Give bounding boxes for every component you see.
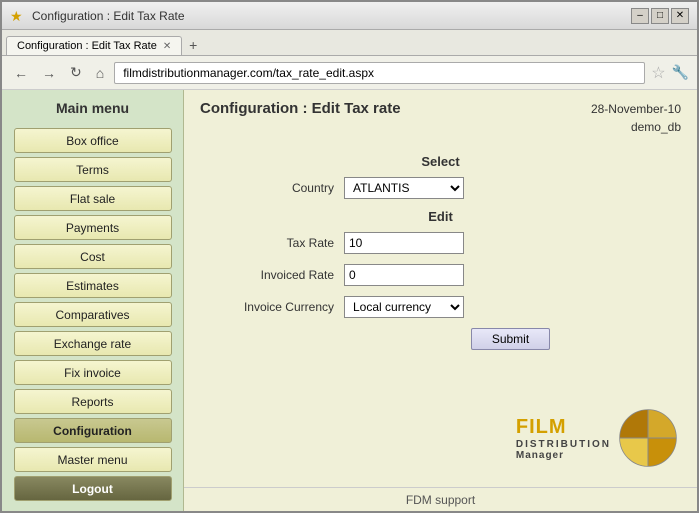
sidebar-item-box-office[interactable]: Box office bbox=[14, 128, 172, 153]
invoiced-rate-input[interactable] bbox=[344, 264, 464, 286]
sidebar-item-cost[interactable]: Cost bbox=[14, 244, 172, 269]
sidebar-title: Main menu bbox=[56, 100, 129, 116]
date-display: 28-November-10 bbox=[591, 102, 681, 116]
settings-icon[interactable]: 🔧 bbox=[672, 64, 689, 81]
window-controls: – □ ✕ bbox=[631, 8, 689, 24]
form-area: Select Country ATLANTIS USA UK FRANCE Ed… bbox=[184, 144, 697, 399]
footer-text: FDM support bbox=[406, 493, 475, 507]
sidebar-item-exchange-rate[interactable]: Exchange rate bbox=[14, 331, 172, 356]
invoiced-rate-label: Invoiced Rate bbox=[204, 268, 344, 282]
logo-distribution: DISTRIBUTION bbox=[516, 439, 611, 450]
sidebar-item-estimates[interactable]: Estimates bbox=[14, 273, 172, 298]
invoice-currency-label: Invoice Currency bbox=[204, 300, 344, 314]
content-meta: 28-November-10 demo_db bbox=[591, 100, 681, 136]
sidebar-item-payments[interactable]: Payments bbox=[14, 215, 172, 240]
tax-rate-row: Tax Rate bbox=[204, 232, 677, 254]
logo-circle-icon bbox=[619, 409, 677, 467]
country-row: Country ATLANTIS USA UK FRANCE bbox=[204, 177, 677, 199]
sidebar-item-fix-invoice[interactable]: Fix invoice bbox=[14, 360, 172, 385]
title-bar: ★ Configuration : Edit Tax Rate – □ ✕ bbox=[2, 2, 697, 30]
window-title: Configuration : Edit Tax Rate bbox=[32, 9, 631, 23]
address-input[interactable] bbox=[114, 62, 645, 84]
country-select[interactable]: ATLANTIS USA UK FRANCE bbox=[344, 177, 464, 199]
db-display: demo_db bbox=[631, 120, 681, 134]
tab-close-button[interactable]: ✕ bbox=[163, 41, 171, 52]
sidebar-item-reports[interactable]: Reports bbox=[14, 389, 172, 414]
app-body: Main menu Box office Terms Flat sale Pay… bbox=[2, 90, 697, 511]
logo-manager: Manager bbox=[516, 450, 611, 461]
select-section-label: Select bbox=[204, 154, 677, 169]
tab-bar: Configuration : Edit Tax Rate ✕ + bbox=[2, 30, 697, 56]
content-area: Configuration : Edit Tax rate 28-Novembe… bbox=[184, 90, 697, 511]
close-button[interactable]: ✕ bbox=[671, 8, 689, 24]
sidebar-item-logout[interactable]: Logout bbox=[14, 476, 172, 501]
tax-rate-input[interactable] bbox=[344, 232, 464, 254]
refresh-button[interactable]: ↻ bbox=[66, 62, 86, 83]
invoiced-rate-row: Invoiced Rate bbox=[204, 264, 677, 286]
logo-text-block: FILM DISTRIBUTION Manager bbox=[516, 416, 611, 461]
sidebar-item-comparatives[interactable]: Comparatives bbox=[14, 302, 172, 327]
bookmark-icon[interactable]: ☆ bbox=[651, 63, 665, 83]
invoice-currency-select[interactable]: Local currency USD EUR GBP bbox=[344, 296, 464, 318]
footer: FDM support bbox=[184, 487, 697, 511]
window-icon: ★ bbox=[10, 8, 26, 24]
sidebar-item-master-menu[interactable]: Master menu bbox=[14, 447, 172, 472]
edit-section-label: Edit bbox=[204, 209, 677, 224]
submit-row: Submit bbox=[344, 328, 677, 350]
invoice-currency-row: Invoice Currency Local currency USD EUR … bbox=[204, 296, 677, 318]
maximize-button[interactable]: □ bbox=[651, 8, 669, 24]
content-header: Configuration : Edit Tax rate 28-Novembe… bbox=[184, 90, 697, 144]
sidebar: Main menu Box office Terms Flat sale Pay… bbox=[2, 90, 184, 511]
address-bar: ← → ↻ ⌂ ☆ 🔧 bbox=[2, 56, 697, 90]
sidebar-item-terms[interactable]: Terms bbox=[14, 157, 172, 182]
new-tab-button[interactable]: + bbox=[182, 35, 204, 55]
forward-button[interactable]: → bbox=[38, 63, 60, 83]
logo-area: FILM DISTRIBUTION Manager bbox=[184, 399, 697, 487]
sidebar-item-flat-sale[interactable]: Flat sale bbox=[14, 186, 172, 211]
active-tab[interactable]: Configuration : Edit Tax Rate ✕ bbox=[6, 36, 182, 55]
page-title: Configuration : Edit Tax rate bbox=[200, 100, 401, 117]
home-button[interactable]: ⌂ bbox=[92, 63, 108, 83]
minimize-button[interactable]: – bbox=[631, 8, 649, 24]
tax-rate-label: Tax Rate bbox=[204, 236, 344, 250]
tab-label: Configuration : Edit Tax Rate bbox=[17, 40, 157, 52]
submit-button[interactable]: Submit bbox=[471, 328, 550, 350]
logo-film: FILM bbox=[516, 416, 611, 439]
country-label: Country bbox=[204, 181, 344, 195]
back-button[interactable]: ← bbox=[10, 63, 32, 83]
sidebar-item-configuration[interactable]: Configuration bbox=[14, 418, 172, 443]
